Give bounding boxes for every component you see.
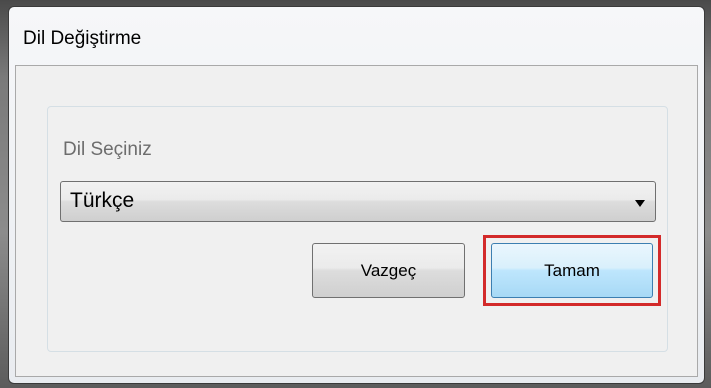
- chevron-down-icon[interactable]: [635, 200, 645, 207]
- dialog-title: Dil Değiştirme: [23, 28, 142, 49]
- title-bar[interactable]: Dil Değiştirme: [9, 7, 704, 65]
- ok-button[interactable]: Tamam: [491, 243, 653, 298]
- dialog-content: Dil Seçiniz Türkçe Vazgeç Tamam: [15, 65, 698, 377]
- language-group: Dil Seçiniz Türkçe Vazgeç Tamam: [47, 106, 668, 352]
- language-select[interactable]: Türkçe: [60, 181, 656, 222]
- language-select-value: Türkçe: [70, 189, 135, 212]
- language-dialog: Dil Değiştirme Dil Seçiniz Türkçe Vazgeç…: [8, 6, 705, 384]
- group-label: Dil Seçiniz: [63, 139, 152, 160]
- cancel-button[interactable]: Vazgeç: [312, 243, 465, 298]
